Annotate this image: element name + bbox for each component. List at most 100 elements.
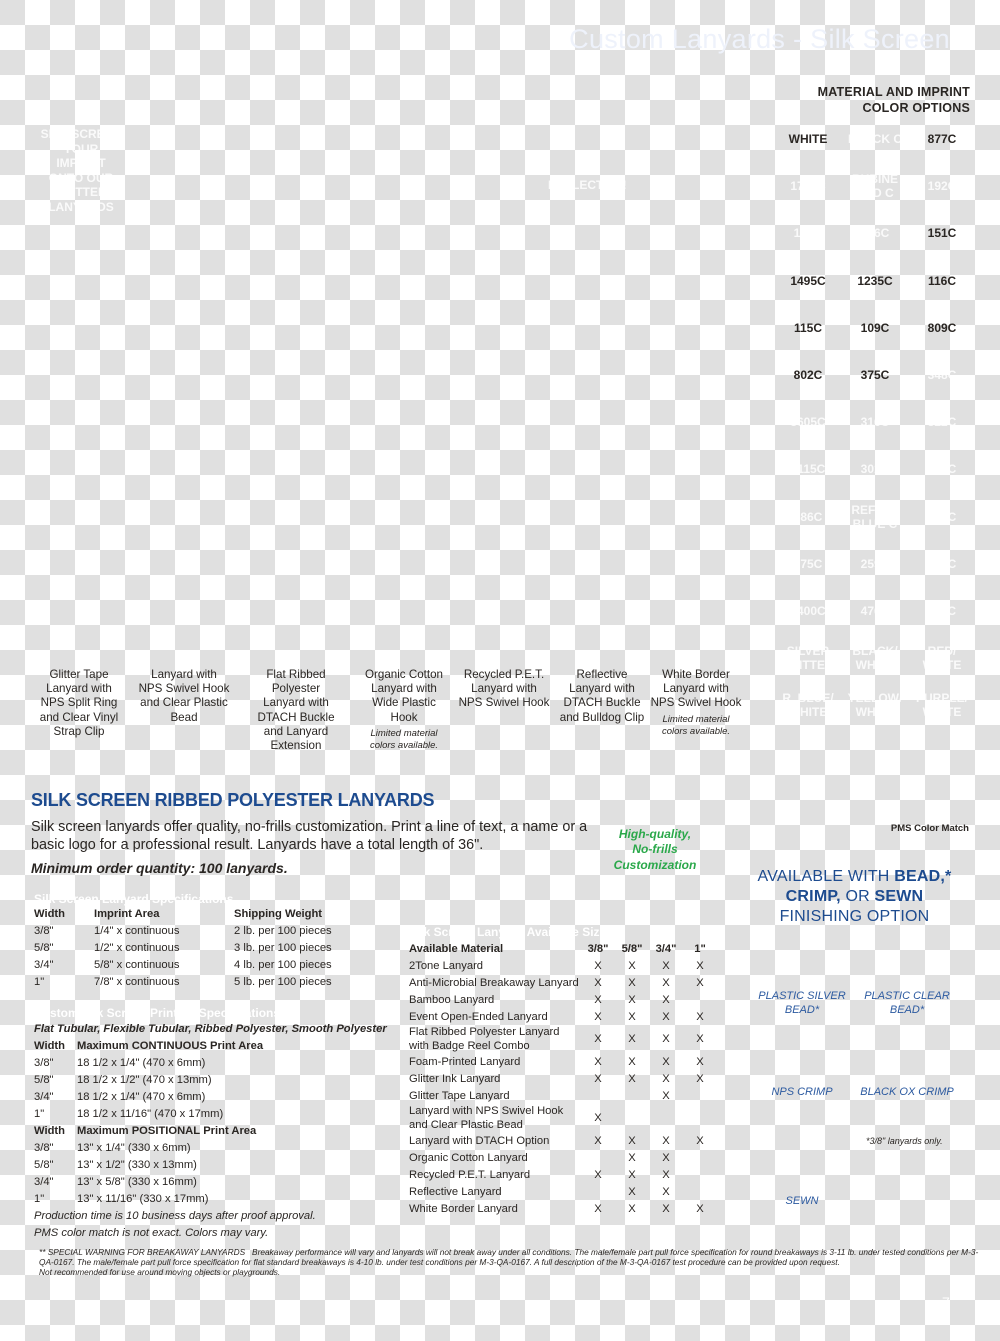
size-availability: X [628, 1168, 636, 1181]
size-availability [683, 991, 717, 1008]
color-option: 292C [927, 462, 957, 477]
product-caption: Glitter Tape Lanyard with NPS Split Ring… [33, 668, 125, 739]
table-cell: 13" x 1/2" (330 x 13mm) [77, 1159, 197, 1171]
color-option: 1495C [790, 273, 826, 288]
size-availability: X [628, 1202, 636, 1215]
heading-text: FINISHING OPTION [779, 908, 930, 925]
product-caption-title: White Border Lanyard with NPS Swivel Hoo… [650, 668, 742, 710]
color-option: 109C [860, 320, 890, 335]
product-caption-title: Lanyard with NPS Swivel Hook and Clear P… [138, 668, 230, 724]
size-availability: X [662, 1055, 670, 1068]
product-caption: Lanyard with NPS Swivel Hook and Clear P… [138, 668, 230, 725]
material-row: Event Open-Ended Lanyard X X X X [409, 1008, 717, 1025]
product-caption-title: Recycled P.E.T. Lanyard with NPS Swivel … [458, 668, 550, 710]
size-availability: X [662, 1168, 670, 1181]
color-option: PURPLE/ WHITE [915, 691, 968, 720]
table-cell: 1" [34, 976, 45, 988]
tagline: High-quality, No-frills Customization [600, 827, 710, 873]
finish-sewn: SEWN [785, 1195, 819, 1207]
color-option: 316C [860, 415, 890, 430]
page-number: 7 [942, 1294, 950, 1310]
material-name: Anti-Microbial Breakaway Lanyard [409, 976, 579, 989]
material-row: Glitter Tape Lanyard X [409, 1087, 717, 1104]
finish-plastic-silver-bead: PLASTIC SILVER BEAD* [758, 990, 846, 1016]
size-availability [683, 1087, 717, 1104]
size-availability: X [594, 1055, 602, 1068]
size-availability: X [628, 1033, 636, 1045]
table-cell: 5 lb. per 100 pieces [234, 976, 332, 988]
color-option: 877C [927, 132, 957, 146]
material-name: Lanyard with NPS Swivel Hook and Clear P… [409, 1105, 564, 1131]
promo-line: YOUR [63, 141, 99, 156]
size-availability: X [662, 1033, 670, 1045]
size-availability [615, 1087, 649, 1104]
section-title: SILK SCREEN RIBBED POLYESTER LANYARDS [31, 790, 435, 810]
product-caption-note: Limited material colors available. [661, 713, 731, 737]
color-option: 476C [860, 604, 890, 618]
size-availability: X [628, 976, 636, 989]
color-option: 375C [860, 368, 890, 382]
color-option: RED/ WHITE [922, 644, 962, 673]
table-cell: 13" x 11/16" (330 x 17mm) [77, 1193, 209, 1205]
table-cell: 18 1/2 x 1/4" (470 x 6mm) [77, 1057, 206, 1069]
table-cell: 7/8" x continuous [94, 976, 180, 988]
positional-row: 1" 13" x 11/16" (330 x 17mm) [34, 1191, 387, 1208]
header-1: 1" [694, 942, 706, 955]
promo-line: GLITTER [55, 185, 107, 199]
color-option: 192C [927, 179, 957, 194]
product-caption: Organic Cotton Lanyard with Wide Plastic… [358, 668, 450, 752]
heading-bold: SEWN [874, 888, 924, 905]
color-option: 3115C [790, 462, 826, 477]
material-name: Event Open-Ended Lanyard [409, 1010, 548, 1023]
product-caption-note: Limited material colors available. [369, 727, 439, 751]
table-cell: 18 1/2 x 1/4" (470 x 6mm) [77, 1091, 206, 1103]
header-bold: POSITIONAL [131, 1125, 201, 1137]
color-option: 072C [927, 509, 957, 524]
size-availability: X [594, 1168, 602, 1181]
product-caption-title: Flat Ribbed Polyester Lanyard with DTACH… [257, 668, 335, 753]
table-cell: 3/8" [34, 1142, 54, 1154]
size-availability: X [662, 1089, 670, 1102]
size-availability: X [628, 1072, 636, 1085]
material-name: White Border Lanyard [409, 1202, 518, 1215]
materials-line: Flat Tubular, Flexible Tubular, Ribbed P… [34, 1023, 387, 1035]
color-option: 802C [793, 368, 823, 382]
header-post: Print Area [206, 1040, 264, 1052]
product-caption: Flat Ribbed Polyester Lanyard with DTACH… [250, 668, 342, 753]
heading-text: AVAILABLE WITH [757, 868, 895, 885]
size-availability: X [628, 1055, 636, 1068]
bead-footnote: *3/8" lanyards only. [866, 1136, 943, 1146]
size-availability: X [662, 1072, 670, 1085]
finish-nps-crimp: NPS CRIMP [771, 1086, 833, 1098]
product-caption-title: Organic Cotton Lanyard with Wide Plastic… [365, 668, 443, 724]
table-cell: 5/8" x continuous [94, 959, 180, 971]
material-row: Lanyard with DTACH Option X X X X [409, 1132, 717, 1149]
color-options-heading: MATERIAL AND IMPRINT COLOR OPTIONS [818, 84, 970, 116]
size-availability: X [594, 1134, 602, 1147]
color-option: 268C [927, 556, 957, 571]
color-option: 151C [927, 226, 957, 241]
color-option: 259C [860, 556, 890, 571]
warning-tail: Not recommended for use around moving ob… [39, 1267, 281, 1278]
header-5-8: 5/8" [621, 942, 643, 955]
heading-bold: CRIMP, [785, 888, 841, 905]
size-availability: X [594, 1202, 602, 1215]
header-3-8: 3/8" [587, 942, 609, 955]
sizes-heading: Silk Screen Lanyard Available Sizes [409, 925, 613, 939]
size-availability: X [594, 1072, 602, 1085]
specs-header-row: Width Imprint Area Shipping Weight [34, 906, 332, 923]
color-option: 211C [927, 604, 957, 618]
finishing-heading: AVAILABLE WITH BEAD,* CRIMP, OR SEWN FIN… [752, 867, 957, 927]
color-option: 5605C [790, 415, 826, 430]
size-availability [581, 1087, 615, 1104]
size-availability: X [594, 976, 602, 989]
header-shipping-weight: Shipping Weight [234, 908, 323, 920]
tagline-line: High-quality, [618, 827, 692, 841]
positional-area-header: Maximum POSITIONAL Print Area [77, 1123, 387, 1140]
product-caption-title: Reflective Lanyard with DTACH Buckle and… [559, 668, 645, 724]
size-availability: X [662, 1134, 670, 1147]
positional-header-row: Width Maximum POSITIONAL Print Area [34, 1123, 387, 1140]
size-availability: X [662, 976, 670, 989]
table-cell: 3 lb. per 100 pieces [234, 942, 332, 954]
table-cell: 18 1/2 x 1/2" (470 x 13mm) [77, 1074, 212, 1086]
